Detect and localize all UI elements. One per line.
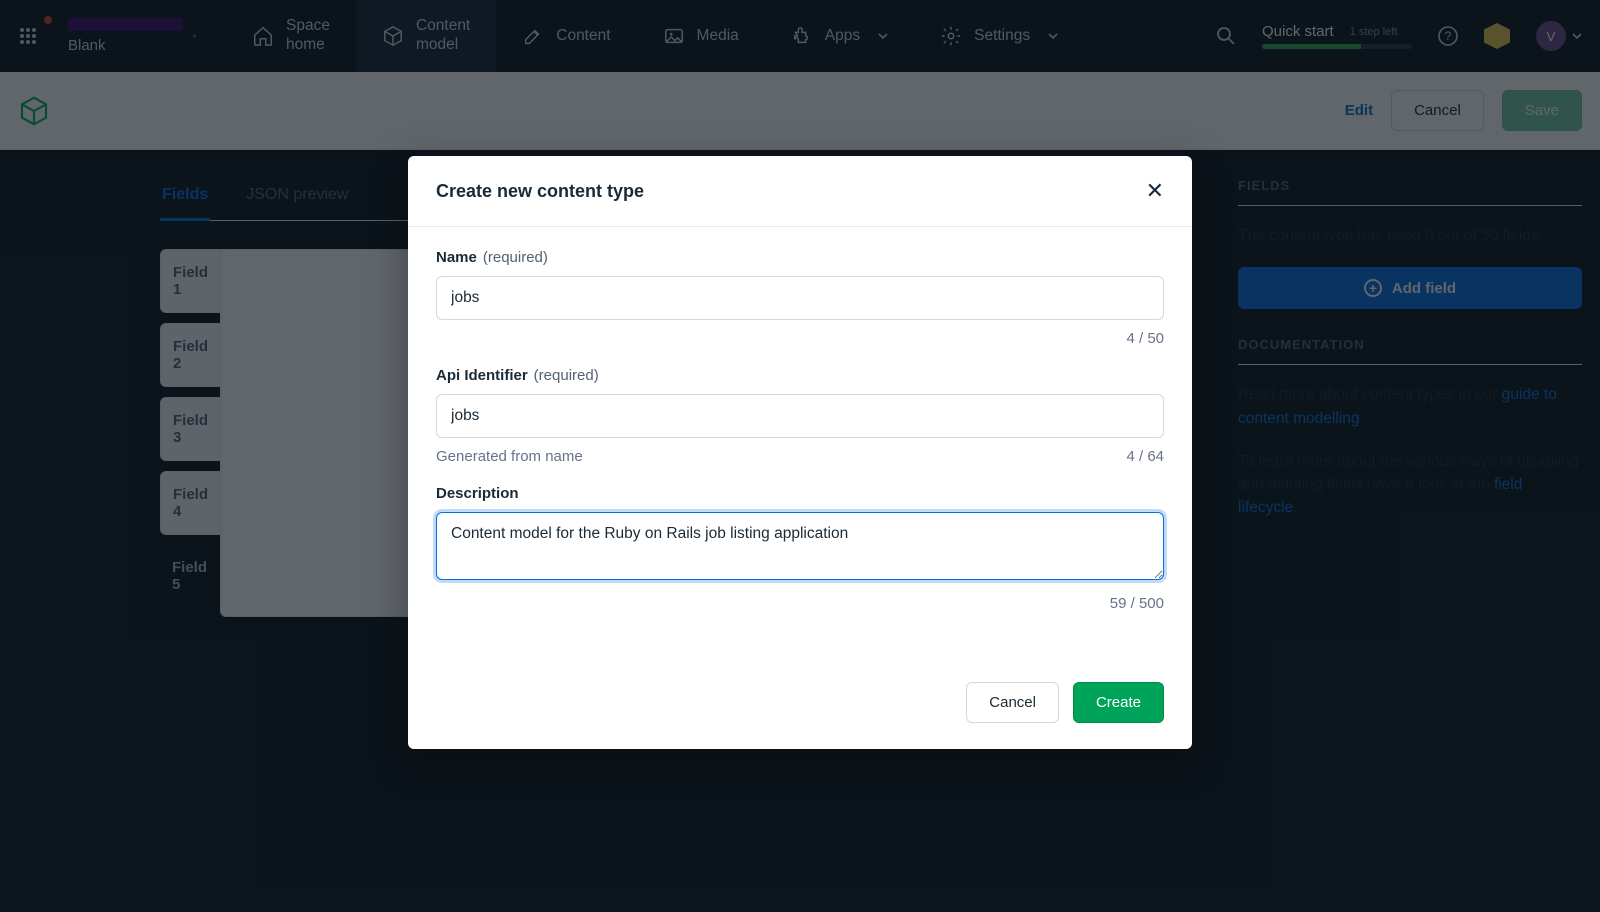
modal-title: Create new content type — [436, 181, 644, 202]
description-counter: 59 / 500 — [1110, 595, 1164, 612]
modal-create-button[interactable]: Create — [1073, 682, 1164, 723]
name-counter: 4 / 50 — [1126, 330, 1164, 347]
modal-cancel-button[interactable]: Cancel — [966, 682, 1059, 723]
api-hint: Generated from name — [436, 448, 583, 465]
close-icon[interactable]: ✕ — [1146, 178, 1164, 204]
create-content-type-modal: Create new content type ✕ Name(required)… — [408, 156, 1192, 749]
api-id-label: Api Identifier — [436, 367, 528, 384]
name-label: Name — [436, 249, 477, 266]
name-input[interactable] — [436, 276, 1164, 320]
modal-overlay[interactable]: Create new content type ✕ Name(required)… — [0, 0, 1600, 912]
api-id-input[interactable] — [436, 394, 1164, 438]
description-label: Description — [436, 485, 519, 502]
api-counter: 4 / 64 — [1126, 448, 1164, 465]
description-input[interactable] — [436, 512, 1164, 580]
